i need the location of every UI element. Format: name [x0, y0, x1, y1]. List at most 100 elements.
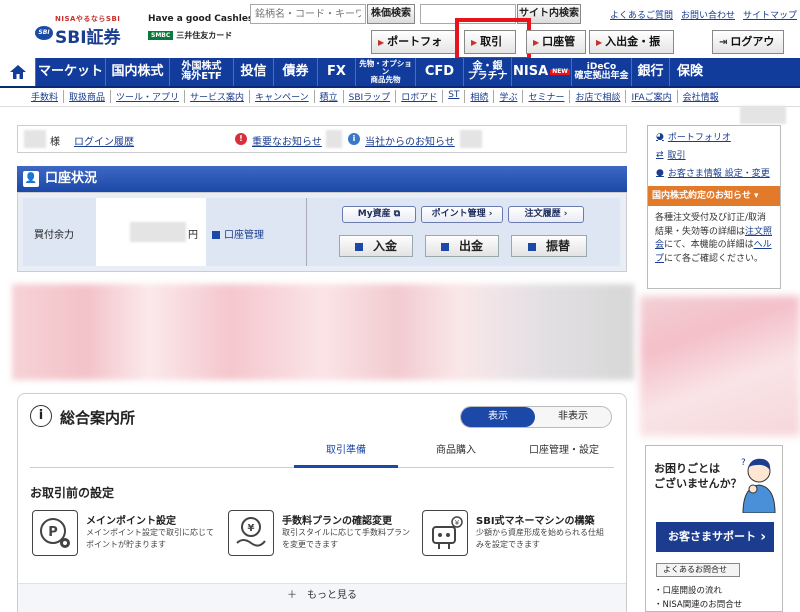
sbi-logo[interactable]: NISAやるならSBI SBI SBI証券 [35, 14, 125, 48]
my-assets-label: My資産 [357, 209, 391, 219]
subnav-item[interactable]: 学ぶ [494, 90, 524, 103]
nav-gold[interactable]: 金・銀 プラチナ [464, 58, 512, 86]
subnav-item[interactable]: ロボアド [396, 90, 444, 103]
portfolio-button[interactable]: ▶ポートフォリオ [371, 30, 457, 71]
sub-nav: 手数料 取扱商品 ツール・アプリ サービス案内 キャンペーン 積立 SBIラップ… [26, 90, 724, 103]
info-circle-icon: i [30, 405, 52, 427]
execution-notice-header[interactable]: 国内株式約定のお知らせ ▾ [648, 186, 780, 206]
tab-account-settings[interactable]: 口座管理・設定 [514, 440, 614, 468]
subnav-item[interactable]: SBIラップ [344, 90, 397, 103]
feature-desc: 少額から資産形成を始められる仕組みを設定できます [476, 528, 604, 549]
stock-search-input[interactable] [250, 4, 366, 24]
nav-nisa[interactable]: NISA NEW [512, 58, 572, 86]
notice-text-part: にて、本機能の詳細は [664, 240, 754, 250]
new-badge: NEW [550, 67, 570, 76]
nav-cfd[interactable]: CFD [416, 58, 464, 86]
account-open-link[interactable]: ・口座開設の流れ [654, 584, 722, 596]
company-notice-link[interactable]: 当社からのお知らせ [365, 133, 455, 148]
square-bullet-icon [354, 242, 363, 251]
subnav-item[interactable]: IFAご案内 [626, 90, 678, 103]
nisa-inquiry-link[interactable]: ・NISA関連のお問合せ [654, 598, 742, 610]
transfer-button[interactable]: 振替 [511, 235, 587, 257]
redacted-name [24, 130, 46, 148]
subnav-item[interactable]: セミナー [523, 90, 571, 103]
arrow-right-icon: ▶ [533, 38, 540, 47]
thinking-person-icon: ? [735, 455, 779, 514]
right-link-trade[interactable]: ⇄ 取引 [656, 148, 686, 162]
nav-fx[interactable]: FX [318, 58, 356, 86]
nav-bonds[interactable]: 債券 [274, 58, 318, 86]
home-icon [9, 65, 26, 79]
honorific: 様 [50, 137, 60, 148]
chevron-right-icon: › [563, 209, 568, 219]
withdraw-button[interactable]: 出金 [425, 235, 499, 257]
redacted-amount [130, 222, 186, 242]
right-link-label: 取引 [667, 151, 686, 161]
customer-support-button[interactable]: お客さまサポート › [656, 522, 774, 552]
nav-funds[interactable]: 投信 [234, 58, 274, 86]
nav-bank[interactable]: 銀行 [632, 58, 670, 86]
faq-link[interactable]: よくあるご質問 [610, 8, 673, 21]
nav-futures[interactable]: 先物・オプション 商品先物 [356, 58, 416, 86]
subnav-item[interactable]: 相続 [465, 90, 495, 103]
sitemap-link[interactable]: サイトマップ [743, 8, 797, 21]
nav-home[interactable] [0, 58, 36, 86]
chevron-right-icon: › [760, 529, 766, 545]
subnav-item[interactable]: サービス案内 [185, 90, 251, 103]
nav-ideco[interactable]: iDeCo 確定拠出年金 [572, 58, 632, 86]
toggle-show[interactable]: 表示 [461, 407, 535, 427]
right-link-customer-info[interactable]: ● お客さま情報 設定・変更 [656, 166, 770, 180]
right-link-label: お客さま情報 設定・変更 [667, 169, 770, 179]
main-nav: マーケット 国内株式 外国株式 海外ETF 投信 債券 FX 先物・オプション … [0, 58, 800, 88]
deposit-button[interactable]: 入金 [339, 235, 413, 257]
logout-button[interactable]: ⇥ログアウト [712, 30, 784, 71]
deposit-transfer-button[interactable]: ▶入出金・振替 [589, 30, 674, 71]
show-more-button[interactable]: ＋ もっと見る [18, 583, 626, 612]
fee-plan-icon[interactable]: ¥ [228, 510, 274, 556]
point-manage-button[interactable]: ポイント管理 › [421, 206, 503, 223]
info-icon: i [348, 133, 360, 145]
nav-foreign-stock[interactable]: 外国株式 海外ETF [170, 58, 234, 86]
external-link-icon: ⧉ [393, 209, 401, 219]
nav-market[interactable]: マーケット [36, 58, 106, 86]
tab-product-purchase[interactable]: 商品購入 [404, 440, 508, 468]
withdraw-label: 出金 [458, 239, 483, 253]
nav-domestic-stock[interactable]: 国内株式 [106, 58, 170, 86]
subnav-item[interactable]: ST [443, 90, 466, 103]
right-link-portfolio[interactable]: ◕ ポートフォリオ [656, 130, 731, 144]
deposit-label: 入金 [372, 239, 397, 253]
help-question: お困りごとは ございませんか？ [654, 462, 742, 490]
my-assets-button[interactable]: My資産 ⧉ [342, 206, 416, 223]
stock-search-button[interactable]: 株価検索 [367, 4, 415, 24]
subnav-item[interactable]: 会社情報 [678, 90, 724, 103]
arrow-right-icon: ▶ [378, 38, 385, 47]
faq-button[interactable]: よくあるお問合せ [656, 563, 740, 577]
important-notice-link[interactable]: 重要なお知らせ [252, 133, 322, 148]
subnav-item[interactable]: お店で相談 [570, 90, 627, 103]
yen-unit: 円 [188, 230, 198, 241]
tab-trade-prep[interactable]: 取引準備 [294, 440, 398, 468]
user-icon: ● [656, 167, 664, 178]
subnav-item[interactable]: 積立 [315, 90, 344, 103]
toggle-hide[interactable]: 非表示 [536, 407, 610, 427]
account-status-title: 口座状況 [45, 171, 98, 186]
subnav-item[interactable]: ツール・アプリ [111, 90, 186, 103]
point-coin-icon[interactable]: P [32, 510, 78, 556]
transfer-action-label: 振替 [545, 239, 570, 253]
subnav-item[interactable]: 手数料 [26, 90, 65, 103]
feature-title[interactable]: 手数料プランの確認変更 [282, 512, 392, 527]
chevron-right-icon: › [488, 209, 493, 219]
login-history-link[interactable]: ログイン履歴 [74, 133, 134, 148]
money-machine-icon[interactable]: ¥ [422, 510, 468, 556]
account-manage-link[interactable]: 口座管理 [212, 226, 264, 241]
square-bullet-icon [527, 242, 536, 251]
feature-title[interactable]: メインポイント設定 [86, 512, 176, 527]
nav-insurance[interactable]: 保険 [670, 58, 710, 86]
feature-title[interactable]: SBI式マネーマシンの構築 [476, 512, 595, 527]
notice-text-part: にて各ご確認ください。 [664, 253, 764, 264]
subnav-item[interactable]: キャンペーン [250, 90, 315, 103]
contact-link[interactable]: お問い合わせ [681, 8, 735, 21]
subnav-item[interactable]: 取扱商品 [64, 90, 112, 103]
order-history-button[interactable]: 注文履歴 › [508, 206, 584, 223]
account-manage-button[interactable]: ▶口座管理 [526, 30, 586, 71]
